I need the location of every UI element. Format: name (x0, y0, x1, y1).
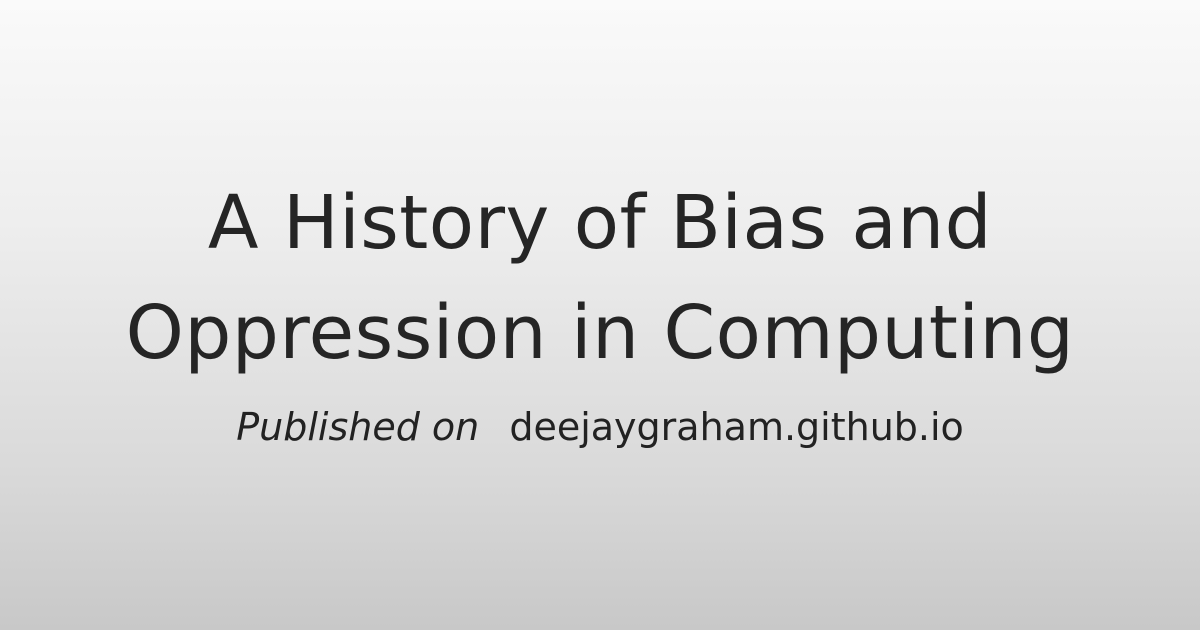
social-card: A History of Bias and Oppression in Comp… (0, 0, 1200, 630)
title-line-2: Oppression in Computing (125, 290, 1075, 376)
site-name: deejaygraham.github.io (509, 405, 964, 449)
published-on-label: Published on (236, 405, 480, 449)
title-line-1: A History of Bias and (207, 180, 993, 266)
byline: Published on deejaygraham.github.io (0, 402, 1200, 452)
page-title: A History of Bias and Oppression in Comp… (0, 168, 1200, 388)
